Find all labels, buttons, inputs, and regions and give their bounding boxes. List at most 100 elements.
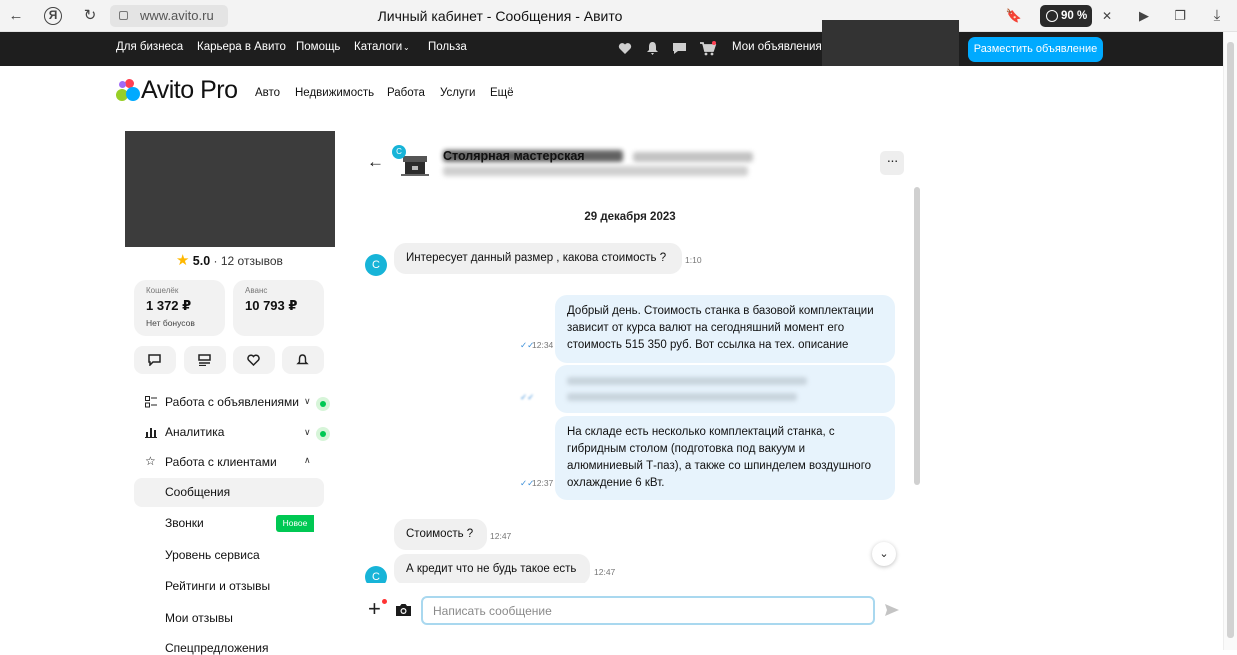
quick-notifications-button[interactable]: [282, 346, 324, 374]
menu-special-offers[interactable]: Спецпредложения: [165, 641, 269, 655]
heart-icon[interactable]: [618, 42, 632, 55]
reviews-count: 12 отзывов: [220, 254, 283, 268]
menu-ratings[interactable]: Рейтинги и отзывы: [165, 579, 270, 593]
chat-icon: [148, 354, 161, 366]
profile-avatar-redacted: [125, 131, 335, 247]
message-bubble-in: Интересует данный размер , какова стоимо…: [394, 243, 682, 274]
contact-avatar[interactable]: С: [365, 254, 387, 276]
star-outline-icon: ☆: [145, 454, 156, 468]
message-bubble-out: На складе есть несколько комплектаций ст…: [555, 416, 895, 500]
wallet-label: Кошелёк: [146, 286, 179, 295]
message-bubble-in: Стоимость ?: [394, 519, 487, 550]
my-ads-link[interactable]: Мои объявления: [732, 41, 822, 53]
category-auto[interactable]: Авто: [255, 87, 280, 99]
quick-favorites-button[interactable]: [233, 346, 275, 374]
menu-ads[interactable]: Работа с объявлениями: [165, 395, 299, 409]
menu-messages[interactable]: Сообщения: [165, 485, 230, 499]
wallet-card[interactable]: Кошелёк 1 372 ₽ Нет бонусов: [134, 280, 225, 336]
nav-link-career[interactable]: Карьера в Авито: [197, 41, 286, 53]
camera-icon[interactable]: [395, 603, 412, 617]
message-bubble-link-redacted[interactable]: [555, 365, 895, 413]
chevron-down-icon[interactable]: ∨: [304, 427, 311, 438]
page-scrollbar[interactable]: [1223, 32, 1237, 650]
back-arrow-icon[interactable]: ←: [367, 152, 384, 172]
nav-link-catalogs[interactable]: Каталоги: [354, 41, 402, 53]
profile-rating[interactable]: ★ 5.0 · 12 отзывов: [176, 251, 283, 269]
message-line: На складе есть несколько комплектаций ст…: [567, 426, 835, 438]
more-options-button[interactable]: ···: [880, 151, 904, 175]
scrollbar-thumb[interactable]: [1227, 42, 1234, 638]
message-time: 12:47: [594, 567, 616, 577]
status-dot: [316, 427, 330, 441]
message-line: охлаждение 6 кВт.: [567, 477, 665, 489]
rating-value: 5.0: [192, 254, 211, 268]
close-x-icon[interactable]: ✕: [1097, 6, 1117, 26]
wallet-bonus: Нет бонусов: [146, 318, 195, 328]
message-line: стоимость 515 350 руб. Вот ссылка на тех…: [567, 339, 849, 351]
chat-subtitle-blurred: [443, 166, 748, 176]
chevron-down-icon[interactable]: ∨: [304, 396, 311, 407]
zoom-indicator[interactable]: 90 %: [1040, 5, 1092, 27]
collections-icon[interactable]: ❐: [1170, 6, 1190, 26]
cart-icon[interactable]: [699, 41, 717, 56]
zoom-value: 90 %: [1061, 10, 1088, 22]
advance-value: 10 793 ₽: [245, 298, 298, 313]
menu-calls[interactable]: Звонки: [165, 516, 204, 530]
date-separator: 29 декабря 2023: [584, 211, 676, 223]
category-services[interactable]: Услуги: [440, 87, 475, 99]
chat-avatar-badge: С: [392, 145, 406, 159]
menu-my-reviews[interactable]: Мои отзывы: [165, 611, 233, 625]
attach-plus-icon[interactable]: +: [368, 598, 381, 620]
status-dot: [316, 397, 330, 411]
analytics-bars-icon: [145, 428, 157, 438]
category-realty[interactable]: Недвижимость: [295, 87, 374, 99]
play-icon[interactable]: ▶: [1134, 6, 1154, 26]
bookmark-icon[interactable]: 🔖: [1004, 6, 1024, 26]
quick-list-button[interactable]: [184, 346, 226, 374]
menu-service-level[interactable]: Уровень сервиса: [165, 548, 260, 562]
bell-icon[interactable]: [646, 41, 659, 56]
chevron-up-icon[interactable]: ∧: [304, 455, 311, 466]
chevron-down-icon: ⌄: [403, 43, 410, 52]
ads-grid-icon: [145, 396, 157, 408]
post-ad-button[interactable]: Разместить объявление: [968, 37, 1103, 62]
message-line: Добрый день. Стоимость станка в базовой …: [567, 305, 874, 317]
chat-scrollbar[interactable]: [914, 187, 920, 485]
new-badge: Новое: [276, 515, 314, 532]
heart-outline-icon: [247, 354, 260, 366]
message-line: алюминиевый Т-паз), а также со шпинделем…: [567, 460, 872, 472]
wallet-value: 1 372 ₽: [146, 298, 192, 313]
menu-analytics[interactable]: Аналитика: [165, 425, 224, 439]
message-input[interactable]: [421, 596, 875, 625]
menu-clients[interactable]: Работа с клиентами: [165, 455, 277, 469]
download-icon[interactable]: ⤓: [1207, 6, 1227, 26]
chat-title[interactable]: Столярная мастерская: [443, 149, 585, 163]
scroll-down-button[interactable]: ⌄: [872, 542, 896, 566]
browser-toolbar: ← Я ↻ www.avito.ru Личный кабинет - Сооб…: [0, 0, 1237, 32]
message-time: 12:34: [532, 340, 554, 350]
category-more[interactable]: Ещё: [490, 87, 514, 99]
advance-label: Аванс: [245, 286, 268, 295]
notification-dot: [382, 599, 387, 604]
message-bubble-out: Добрый день. Стоимость станка в базовой …: [555, 295, 895, 363]
message-time: 12:47: [490, 531, 512, 541]
nav-link-benefit[interactable]: Польза: [428, 41, 467, 53]
message-bubble-in: А кредит что не будь такое есть: [394, 554, 590, 585]
message-line: гибридным столом (подготовка под вакуум …: [567, 443, 806, 455]
send-icon[interactable]: [884, 603, 900, 617]
bell-outline-icon: [296, 354, 309, 365]
star-icon: ★: [176, 252, 190, 269]
advance-card[interactable]: Аванс 10 793 ₽: [233, 280, 324, 336]
message-time: 12:37: [532, 478, 554, 488]
nav-link-business[interactable]: Для бизнеса: [116, 41, 183, 53]
message-line: зависит от курса валют на сегодняшний мо…: [567, 322, 845, 334]
message-time: 1:10: [685, 255, 702, 265]
double-check-icon: ✓✓: [520, 392, 535, 402]
nav-link-help[interactable]: Помощь: [296, 41, 340, 53]
category-jobs[interactable]: Работа: [387, 87, 425, 99]
logo-text: Avito Pro: [141, 76, 238, 104]
quick-messages-button[interactable]: [134, 346, 176, 374]
messages-icon[interactable]: [672, 42, 687, 55]
redacted-block: [822, 20, 959, 66]
list-icon: [198, 354, 211, 366]
